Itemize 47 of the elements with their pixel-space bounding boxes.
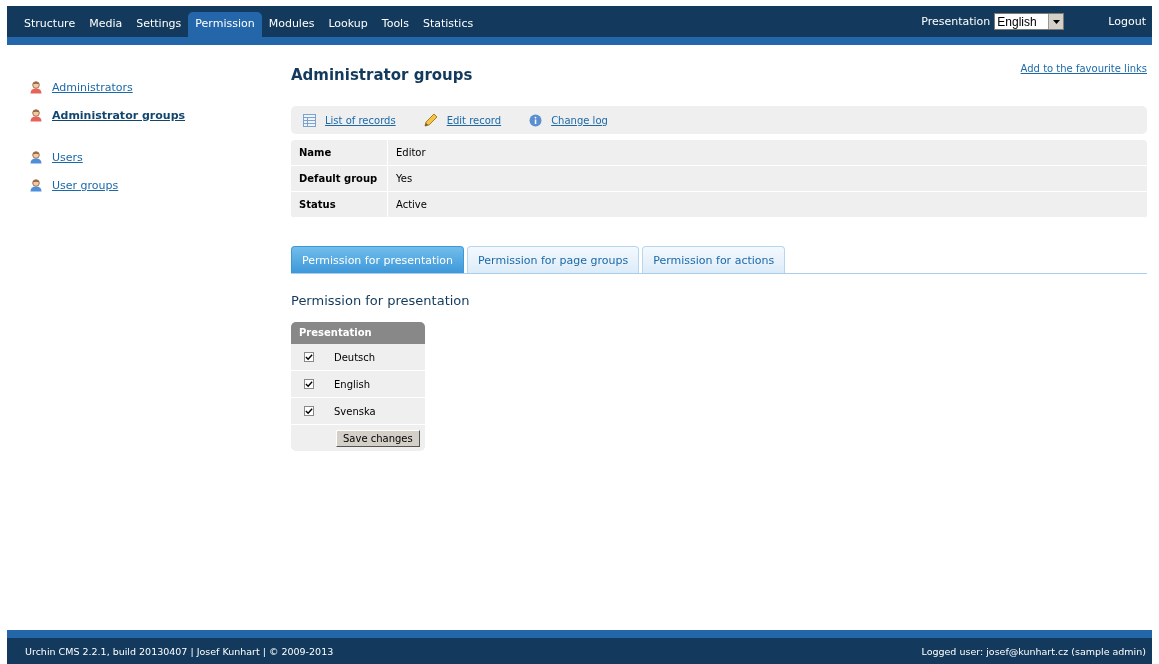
menu-item[interactable]: Permission — [188, 12, 262, 37]
tab[interactable]: Permission for page groups — [467, 246, 640, 273]
menu-item[interactable]: Modules — [261, 12, 322, 36]
detail-label: Name — [291, 140, 388, 165]
person-icon — [30, 178, 42, 192]
table-icon — [303, 113, 316, 127]
language-label: Svenska — [334, 405, 376, 417]
info-icon — [529, 113, 543, 127]
person-icon — [30, 150, 42, 164]
sidebar-link[interactable]: User groups — [52, 178, 119, 192]
toolbar-link[interactable]: Edit record — [446, 114, 502, 126]
tab[interactable]: Permission for actions — [642, 246, 786, 273]
footer-text: Urchin CMS 2.2.1, build 20130407 | Josef Kunhart | © 2009-2013 — [25, 645, 334, 657]
checkbox[interactable] — [304, 379, 314, 389]
menu-item[interactable]: Structure — [17, 12, 83, 36]
pencil-icon — [423, 113, 438, 127]
section-title: Permission for presentation — [291, 293, 471, 308]
presentation-select[interactable]: English — [994, 13, 1065, 30]
presentation-label: Presentation — [921, 15, 991, 28]
menu-item[interactable]: Statistics — [415, 12, 481, 36]
logged-user: Logged user: josef@kunhart.cz (sample admin) — [921, 645, 1146, 657]
toolbar-link[interactable]: Change log — [551, 114, 608, 126]
logout-link[interactable]: Logout — [1108, 15, 1146, 28]
caret-icon — [1052, 19, 1060, 24]
page-title: Administrator groups — [291, 66, 473, 84]
sidebar-link[interactable]: Users — [52, 150, 83, 164]
column-header: Presentation — [291, 322, 425, 344]
sidebar-link[interactable]: Administrator groups — [52, 108, 186, 122]
menu-item[interactable]: Settings — [129, 12, 189, 36]
sidebar-link[interactable]: Administrators — [52, 80, 133, 94]
detail-label: Status — [291, 192, 388, 217]
detail-value: Active — [395, 199, 427, 210]
language-label: Deutsch — [334, 351, 376, 363]
person-icon — [30, 108, 42, 122]
favourite-link[interactable]: Add to the favourite links — [1020, 63, 1147, 74]
menu-item[interactable]: Media — [82, 12, 130, 36]
detail-value: Editor — [395, 147, 426, 158]
checkbox[interactable] — [304, 406, 314, 416]
toolbar-link[interactable]: List of records — [325, 114, 396, 126]
checkbox[interactable] — [304, 352, 314, 362]
detail-value: Yes — [395, 173, 413, 184]
menu-item[interactable]: Lookup — [321, 12, 375, 36]
save-button[interactable]: Save changes — [336, 429, 420, 447]
person-icon — [30, 80, 42, 94]
language-label: English — [334, 378, 371, 390]
menu-item[interactable]: Tools — [374, 12, 416, 36]
detail-label: Default group — [291, 166, 388, 191]
